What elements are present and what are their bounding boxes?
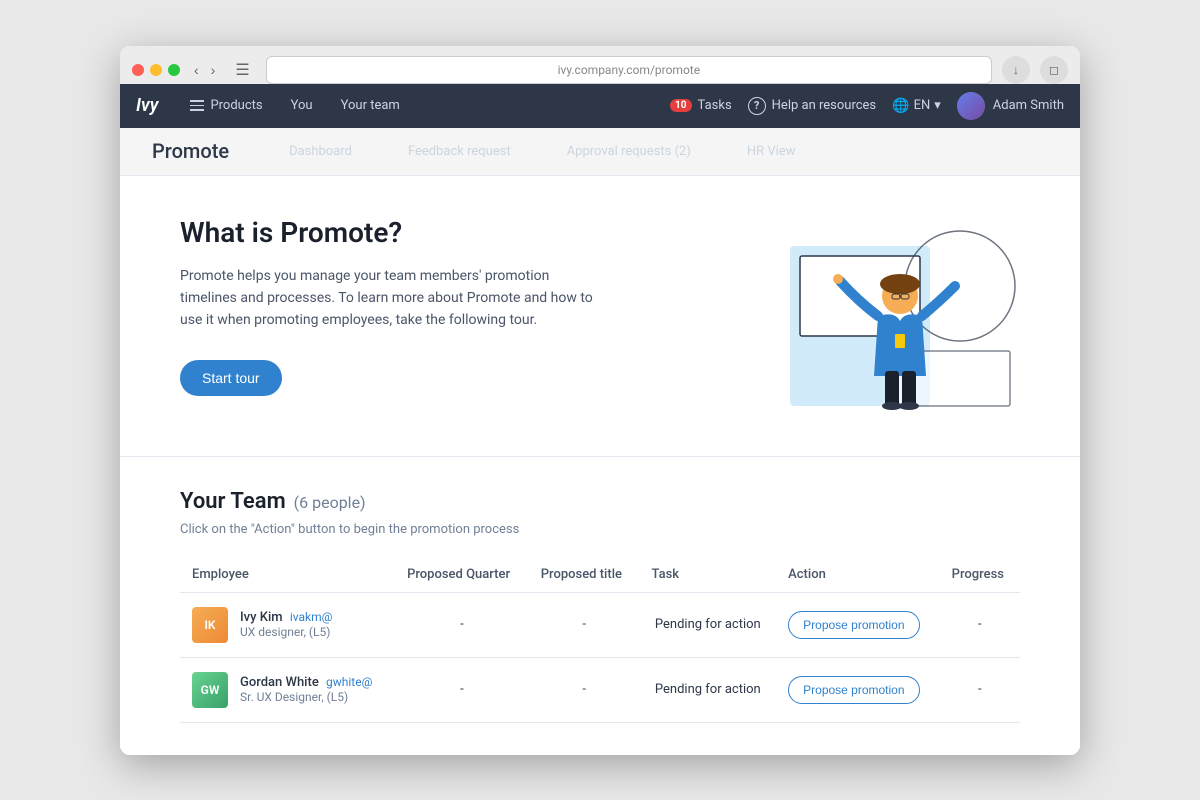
promo-illustration [740,216,1020,416]
minimize-button[interactable] [150,64,162,76]
app-logo: Ivy [136,95,158,116]
employee-info-0: Ivy Kim ivakm@ UX designer, (L5) [240,610,332,639]
employee-role-0: UX designer, (L5) [240,625,332,639]
team-table: Employee Proposed Quarter Proposed title… [180,557,1020,723]
url-bar[interactable]: ivy.company.com/promote [266,56,992,84]
url-text: ivy.company.com/promote [558,63,701,77]
forward-button[interactable]: › [207,60,220,80]
sub-nav-hr-view-label: HR View [747,144,796,159]
lang-code: EN [914,98,931,113]
team-subtitle: Click on the "Action" button to begin th… [180,522,1020,537]
sub-nav-feedback-label: Feedback request [408,144,511,159]
nav-item-you[interactable]: You [279,92,325,119]
tasks-count: 10 [670,99,691,112]
hero-section: What is Promote? Promote helps you manag… [120,176,1080,457]
nav-products-label: Products [210,98,262,113]
browser-chrome: ‹ › ☰ ivy.company.com/promote ↓ ◻ [120,46,1080,84]
team-section: Your Team (6 people) Click on the "Actio… [120,457,1080,755]
employee-name-1: Gordan White [240,675,319,690]
start-tour-button[interactable]: Start tour [180,360,282,396]
user-avatar-image [957,92,985,120]
app-section-title: Promote [152,139,229,163]
employee-cell-1: GW Gordan White gwhite@ Sr. UX Designer,… [180,657,395,722]
user-avatar [957,92,985,120]
proposed-quarter-1: - [395,657,529,722]
table-row: IK Ivy Kim ivakm@ UX designer, (L5) - - … [180,592,1020,657]
app-navbar: Ivy Products You Your team 10 Tasks ? [120,84,1080,128]
hero-description: Promote helps you manage your team membe… [180,265,600,332]
back-button[interactable]: ‹ [190,60,203,80]
proposed-title-1: - [529,657,640,722]
hero-title: What is Promote? [180,216,600,249]
hero-illustration [740,216,1020,416]
team-header: Your Team (6 people) [180,489,1020,514]
col-progress: Progress [940,557,1020,593]
sub-nav-dashboard[interactable]: Dashboard [277,138,364,165]
nav-your-team-label: Your team [341,98,400,113]
task-cell-0: Pending for action [640,592,777,657]
hero-text: What is Promote? Promote helps you manag… [180,216,600,396]
col-proposed-quarter: Proposed Quarter [395,557,529,593]
lang-chevron-icon: ▾ [934,98,941,113]
help-button[interactable]: ? Help an resources [748,97,877,115]
propose-promotion-button-0[interactable]: Propose promotion [788,611,919,639]
col-action: Action [776,557,940,593]
proposed-title-0: - [529,592,640,657]
user-name: Adam Smith [993,98,1064,113]
sidebar-toggle-button[interactable]: ☰ [229,58,255,82]
nav-menu: Products You Your team [178,92,670,119]
col-employee: Employee [180,557,395,593]
nav-item-products[interactable]: Products [178,92,274,119]
main-content: What is Promote? Promote helps you manag… [120,176,1080,755]
sub-nav-approval[interactable]: Approval requests (2) [555,138,703,165]
action-cell-1: Propose promotion [776,657,940,722]
team-title: Your Team [180,489,286,514]
browser-window: ‹ › ☰ ivy.company.com/promote ↓ ◻ Ivy Pr… [120,46,1080,755]
help-label: Help an resources [772,98,877,113]
employee-cell-0: IK Ivy Kim ivakm@ UX designer, (L5) [180,592,395,657]
language-selector[interactable]: 🌐 EN ▾ [892,98,941,114]
nav-you-label: You [291,98,313,113]
nav-item-your-team[interactable]: Your team [329,92,412,119]
progress-cell-0: - [940,592,1020,657]
maximize-button[interactable] [168,64,180,76]
browser-nav-arrows: ‹ › [190,60,219,80]
tasks-button[interactable]: 10 Tasks [670,98,732,113]
employee-email-1[interactable]: gwhite@ [326,675,372,689]
sub-nav-approval-label: Approval requests (2) [567,144,691,159]
propose-promotion-button-1[interactable]: Propose promotion [788,676,919,704]
globe-icon: 🌐 [892,98,909,114]
employee-email-0[interactable]: ivakm@ [290,610,333,624]
col-proposed-title: Proposed title [529,557,640,593]
col-task: Task [640,557,777,593]
sub-nav-hr-view[interactable]: HR View [735,138,808,165]
table-header-row: Employee Proposed Quarter Proposed title… [180,557,1020,593]
employee-avatar-1: GW [192,672,228,708]
browser-share-button[interactable]: ◻ [1040,56,1068,84]
sub-nav-dashboard-label: Dashboard [289,144,352,159]
action-cell-0: Propose promotion [776,592,940,657]
nav-right: 10 Tasks ? Help an resources 🌐 EN ▾ Adam… [670,92,1064,120]
sub-nav-feedback[interactable]: Feedback request [396,138,523,165]
sub-navbar: Promote Dashboard Feedback request Appro… [120,128,1080,176]
team-count: (6 people) [294,493,366,512]
employee-role-1: Sr. UX Designer, (L5) [240,690,372,704]
close-button[interactable] [132,64,144,76]
employee-info-1: Gordan White gwhite@ Sr. UX Designer, (L… [240,675,372,704]
task-cell-1: Pending for action [640,657,777,722]
table-row: GW Gordan White gwhite@ Sr. UX Designer,… [180,657,1020,722]
tasks-label: Tasks [698,98,732,113]
progress-cell-1: - [940,657,1020,722]
traffic-lights [132,64,180,76]
browser-action-button[interactable]: ↓ [1002,56,1030,84]
user-menu[interactable]: Adam Smith [957,92,1064,120]
employee-avatar-0: IK [192,607,228,643]
proposed-quarter-0: - [395,592,529,657]
help-icon: ? [748,97,766,115]
employee-name-0: Ivy Kim [240,610,283,625]
hamburger-icon [190,100,204,111]
